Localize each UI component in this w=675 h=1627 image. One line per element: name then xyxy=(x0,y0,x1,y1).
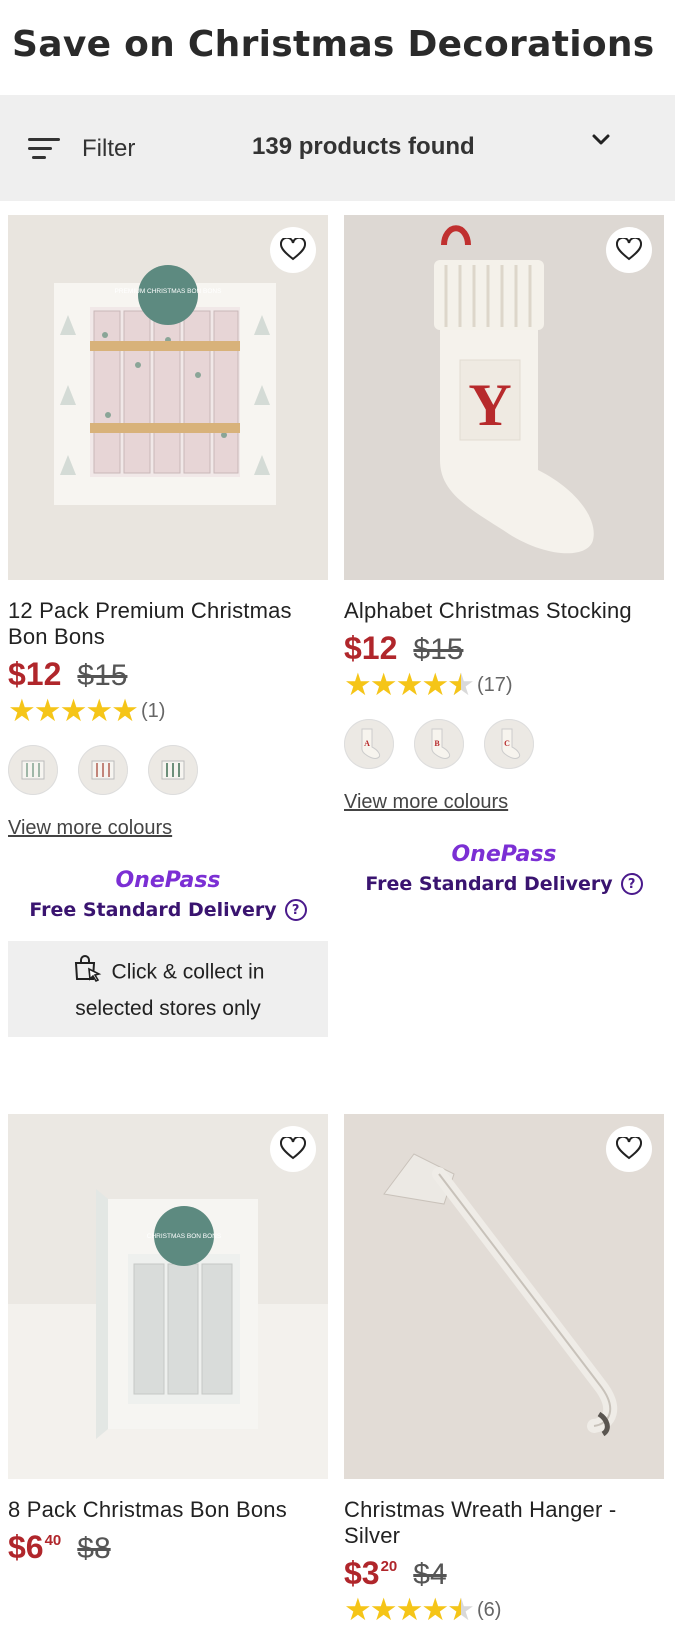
price-was: $15 xyxy=(413,633,464,666)
onepass-section: OnePass Free Standard Delivery ? xyxy=(8,868,328,921)
review-count: (17) xyxy=(476,673,513,696)
colour-swatch[interactable]: B xyxy=(414,719,464,769)
price-was: $15 xyxy=(77,659,128,692)
product-image[interactable] xyxy=(344,1114,664,1479)
product-card[interactable]: Y Alphabet Christmas Stocking $12 $15 ★★… xyxy=(344,215,664,895)
product-image-label: PREMIUM CHRISTMAS BON BONS xyxy=(115,288,223,295)
wishlist-button[interactable] xyxy=(606,227,652,273)
product-card[interactable]: Christmas Wreath Hanger - Silver $320 $4… xyxy=(344,1114,664,1626)
swatch-letter: B xyxy=(434,739,440,748)
price-now: $640 xyxy=(8,1529,61,1566)
swatch-letter: C xyxy=(504,739,510,748)
filter-label: Filter xyxy=(82,135,136,162)
price-now: $320 xyxy=(344,1555,397,1592)
colour-swatch[interactable]: C xyxy=(484,719,534,769)
click-collect-line2: selected stores only xyxy=(75,997,261,1020)
heart-outline-icon xyxy=(280,1137,306,1160)
price-now-cents: 40 xyxy=(44,1532,62,1549)
rating: ★★★★★ (1) xyxy=(8,695,328,727)
product-toolbar: Filter 139 products found xyxy=(0,95,675,201)
review-count: (6) xyxy=(476,1598,502,1621)
star-rating-icon: ★★★★★ xyxy=(344,669,475,702)
star-rating-icon: ★★★★★ xyxy=(344,1594,475,1627)
product-name[interactable]: 8 Pack Christmas Bon Bons xyxy=(8,1497,328,1523)
colour-swatches: A B C xyxy=(344,719,664,769)
price-row: $12 $15 xyxy=(344,630,664,667)
free-delivery-label: Free Standard Delivery xyxy=(365,873,613,895)
price-row: $640 $8 xyxy=(8,1529,328,1566)
price-row: $320 $4 xyxy=(344,1555,664,1592)
price-now-main: $6 xyxy=(8,1529,44,1565)
colour-swatches xyxy=(8,745,328,795)
price-now-main: $3 xyxy=(344,1555,380,1591)
free-delivery-label: Free Standard Delivery xyxy=(29,899,277,921)
question-circle-icon[interactable]: ? xyxy=(284,899,307,921)
price-now: $12 xyxy=(344,630,398,666)
swatch-letter: A xyxy=(364,739,370,748)
product-name[interactable]: 12 Pack Premium Christmas Bon Bons xyxy=(8,598,328,650)
chevron-down-icon xyxy=(592,134,610,145)
product-image-label: Y xyxy=(468,372,511,438)
filter-lines-icon xyxy=(28,136,60,162)
product-image[interactable]: Y xyxy=(344,215,664,580)
view-more-colours-link[interactable]: View more colours xyxy=(8,817,172,840)
review-count: (1) xyxy=(140,699,166,722)
page-title: Save on Christmas Decorations xyxy=(12,24,655,65)
colour-swatch[interactable]: A xyxy=(344,719,394,769)
heart-outline-icon xyxy=(616,1137,642,1160)
wishlist-button[interactable] xyxy=(270,1126,316,1172)
onepass-logo: OnePass xyxy=(451,842,557,867)
colour-swatch[interactable] xyxy=(78,745,128,795)
product-name[interactable]: Alphabet Christmas Stocking xyxy=(344,598,664,624)
rating: ★★★★★ (6) xyxy=(344,1594,664,1627)
filter-button[interactable]: Filter xyxy=(28,131,135,167)
click-collect-line1: Click & collect in xyxy=(111,960,265,984)
product-image[interactable]: PREMIUM CHRISTMAS BON BONS xyxy=(8,215,328,580)
price-now: $12 xyxy=(8,656,62,692)
question-circle-icon[interactable]: ? xyxy=(620,873,643,895)
product-image-label: CHRISTMAS BON BONS xyxy=(147,1233,222,1240)
star-rating-icon: ★★★★★ xyxy=(8,693,139,728)
product-name[interactable]: Christmas Wreath Hanger - Silver xyxy=(344,1497,664,1549)
onepass-logo: OnePass xyxy=(115,868,221,893)
product-image[interactable]: CHRISTMAS BON BONS xyxy=(8,1114,328,1479)
price-now-cents: 20 xyxy=(380,1558,398,1575)
view-more-colours-link[interactable]: View more colours xyxy=(344,791,508,814)
colour-swatch[interactable] xyxy=(148,745,198,795)
sort-dropdown-button[interactable] xyxy=(591,133,611,152)
price-was: $4 xyxy=(413,1558,447,1591)
price-was: $8 xyxy=(77,1532,111,1565)
wishlist-button[interactable] xyxy=(606,1126,652,1172)
price-row: $12 $15 xyxy=(8,656,328,693)
product-card[interactable]: PREMIUM CHRISTMAS BON BONS 12 Pack Premi… xyxy=(8,215,328,1037)
heart-outline-icon xyxy=(616,238,642,261)
product-card[interactable]: CHRISTMAS BON BONS 8 Pack Christmas Bon … xyxy=(8,1114,328,1566)
wishlist-button[interactable] xyxy=(270,227,316,273)
onepass-section: OnePass Free Standard Delivery ? xyxy=(344,842,664,895)
shopping-bag-cursor-icon xyxy=(72,953,102,993)
colour-swatch[interactable] xyxy=(8,745,58,795)
rating: ★★★★★ (17) xyxy=(344,669,664,702)
click-collect-notice: Click & collect in selected stores only xyxy=(8,941,328,1037)
product-count: 139 products found xyxy=(252,133,475,160)
heart-outline-icon xyxy=(280,238,306,261)
